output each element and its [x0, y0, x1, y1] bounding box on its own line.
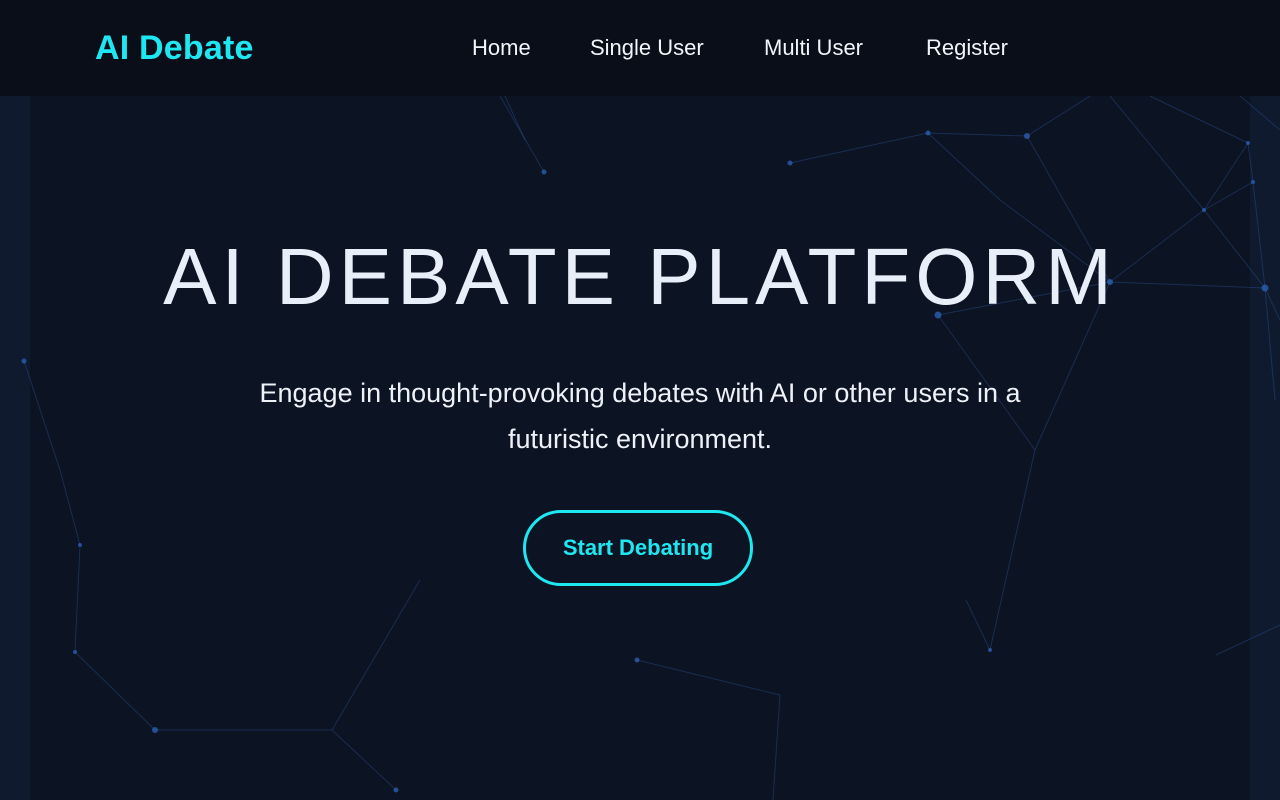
nav-item-single-user[interactable]: Single User	[590, 30, 704, 66]
nav-item-home[interactable]: Home	[472, 30, 531, 66]
hero-subtitle: Engage in thought-provoking debates with…	[259, 378, 1021, 454]
nav-menu: Home Single User Multi User Register	[0, 30, 1280, 66]
page: AI Debate Home Single User Multi User Re…	[0, 0, 1280, 800]
nav-item-register[interactable]: Register	[926, 30, 1008, 66]
start-debating-button[interactable]: Start Debating	[523, 510, 753, 586]
top-navbar: AI Debate Home Single User Multi User Re…	[0, 0, 1280, 96]
nav-item-multi-user[interactable]: Multi User	[764, 30, 863, 66]
hero-title: AI DEBATE PLATFORM	[163, 232, 1117, 321]
